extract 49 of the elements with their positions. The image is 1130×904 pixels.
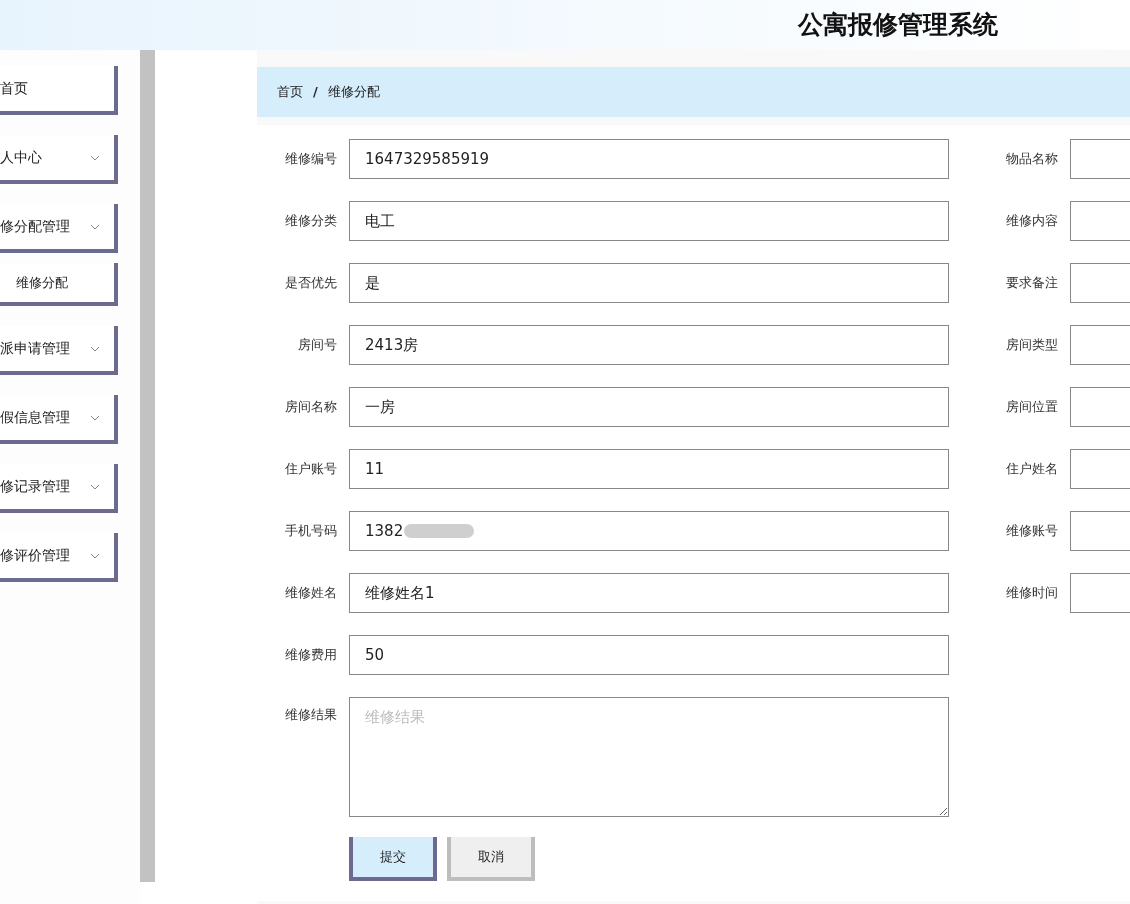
sidebar-item[interactable]: 假信息管理 — [0, 395, 118, 444]
sidebar-item[interactable]: 派申请管理 — [0, 326, 118, 375]
app-title: 公寓报修管理系统 — [798, 9, 998, 42]
sidebar-item[interactable]: 修评价管理 — [0, 533, 118, 582]
chevron-down-icon — [90, 345, 100, 352]
submit-button[interactable]: 提交 — [349, 837, 437, 881]
field-label: 维修内容 — [1005, 212, 1058, 231]
field-label: 维修费用 — [284, 646, 337, 665]
text-field[interactable]: 2413房 — [349, 325, 949, 365]
sidebar-item[interactable]: 修记录管理 — [0, 464, 118, 513]
field-label: 住户姓名 — [1005, 460, 1058, 479]
sidebar-item[interactable]: 首页 — [0, 66, 118, 115]
field-label: 房间名称 — [284, 398, 337, 417]
field-label: 物品名称 — [1005, 150, 1058, 169]
breadcrumb-link[interactable]: 维修分配 — [327, 82, 380, 102]
chevron-down-icon — [90, 223, 100, 230]
field-label: 维修编号 — [284, 150, 337, 169]
text-field[interactable]: 50 — [349, 635, 949, 675]
field-label: 维修分类 — [284, 212, 337, 231]
text-field[interactable]: 11 — [349, 449, 949, 489]
field-label: 维修结果 — [284, 706, 337, 724]
sidebar-item[interactable]: 修分配管理 — [0, 204, 118, 253]
text-field[interactable]: 维修姓名1 — [349, 573, 949, 613]
field-label: 是否优先 — [284, 274, 337, 293]
field-label: 房间类型 — [1005, 336, 1058, 355]
scrollbar[interactable] — [140, 50, 155, 882]
text-field[interactable]: 一房 — [349, 387, 949, 427]
chevron-down-icon — [90, 552, 100, 559]
chevron-down-icon — [90, 154, 100, 161]
field-label: 维修时间 — [1005, 584, 1058, 603]
field-label: 要求备注 — [1005, 274, 1058, 293]
breadcrumb-separator: / — [313, 83, 318, 102]
field-label: 房间位置 — [1005, 398, 1058, 417]
cancel-button[interactable]: 取消 — [447, 837, 535, 881]
text-field[interactable]: 是 — [349, 263, 949, 303]
text-field[interactable]: 电工 — [349, 201, 949, 241]
chevron-down-icon — [90, 483, 100, 490]
text-area[interactable]: 维修结果 — [349, 697, 949, 817]
breadcrumb-link[interactable]: 首页 — [277, 82, 303, 102]
field-label: 维修账号 — [1005, 522, 1058, 541]
chevron-down-icon — [90, 414, 100, 421]
sidebar-subitem[interactable]: 维修分配 — [0, 263, 118, 306]
text-field[interactable]: 1647329585919 — [349, 139, 949, 179]
field-label: 维修姓名 — [284, 584, 337, 603]
sidebar-item[interactable]: 人中心 — [0, 135, 118, 184]
field-label: 住户账号 — [284, 460, 337, 479]
field-label: 手机号码 — [284, 522, 337, 541]
text-field[interactable]: 1382 — [349, 511, 949, 551]
field-label: 房间号 — [297, 336, 337, 355]
